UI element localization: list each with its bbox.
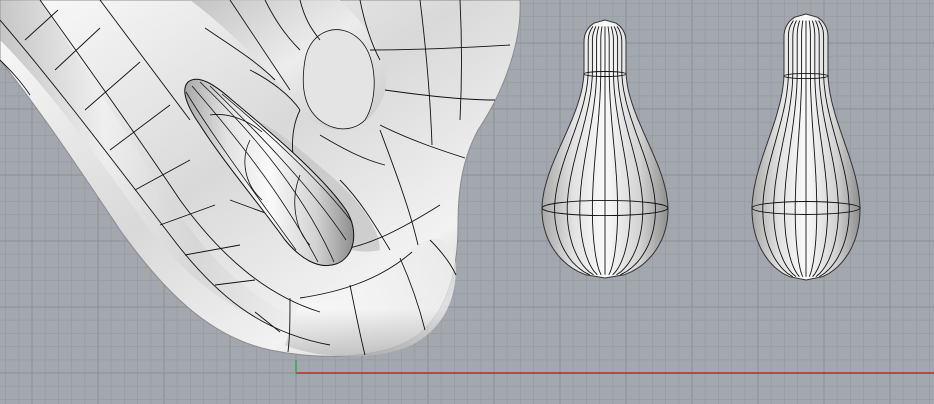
- ear-model[interactable]: [0, 0, 521, 357]
- viewport-canvas[interactable]: [0, 0, 934, 404]
- drop-model-left[interactable]: [541, 19, 669, 279]
- drop-models[interactable]: [541, 13, 861, 281]
- ear-tragus-knob: [302, 29, 375, 130]
- drop-model-right[interactable]: [751, 13, 861, 281]
- viewport-perspective[interactable]: [0, 0, 934, 404]
